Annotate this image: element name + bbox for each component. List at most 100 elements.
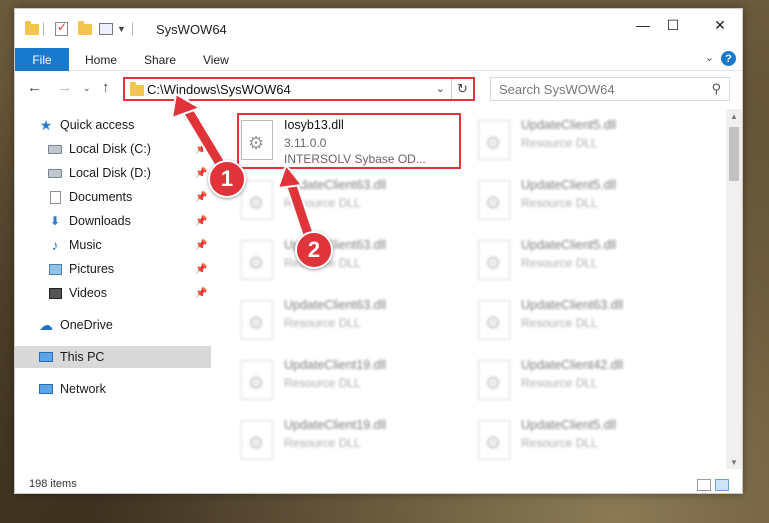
large-icons-view-icon[interactable] bbox=[715, 479, 729, 491]
file-item[interactable]: UpdateClient63.dll Resource DLL bbox=[237, 294, 467, 352]
refresh-icon[interactable]: ↻ bbox=[451, 79, 473, 99]
sidebar-item-label: Quick access bbox=[60, 118, 135, 132]
sidebar-item-music[interactable]: ♪ Music 📌 bbox=[15, 234, 211, 256]
file-tab[interactable]: File bbox=[15, 48, 69, 71]
pin-icon: 📌 bbox=[195, 239, 208, 251]
address-dropdown-icon[interactable]: ⌄ bbox=[436, 82, 445, 95]
file-name: UpdateClient19.dll bbox=[284, 418, 387, 432]
pin-icon: 📌 bbox=[195, 143, 208, 155]
pin-icon: 📌 bbox=[195, 191, 208, 203]
this-pc-icon bbox=[39, 351, 53, 363]
help-icon[interactable]: ? bbox=[721, 51, 736, 66]
scroll-thumb[interactable] bbox=[729, 127, 739, 181]
up-arrow-icon[interactable]: ↑ bbox=[102, 79, 110, 96]
sidebar-item-downloads[interactable]: ⬇ Downloads 📌 bbox=[15, 210, 211, 232]
item-count: 198 items bbox=[29, 478, 77, 490]
properties-check-icon[interactable] bbox=[55, 20, 68, 37]
file-description: Resource DLL bbox=[521, 136, 598, 150]
file-highlight-box bbox=[237, 113, 461, 169]
scroll-down-icon[interactable]: ▼ bbox=[726, 455, 742, 469]
customize-toolbar-icon[interactable] bbox=[99, 21, 113, 37]
sidebar-item-pictures[interactable]: Pictures 📌 bbox=[15, 258, 211, 280]
sidebar-item-onedrive[interactable]: ☁ OneDrive bbox=[15, 314, 211, 336]
file-description: Resource DLL bbox=[521, 316, 598, 330]
dll-file-icon bbox=[478, 420, 510, 460]
file-description: Resource DLL bbox=[284, 316, 361, 330]
file-item[interactable]: UpdateClient63.dll Resource DLL bbox=[474, 294, 704, 352]
file-item[interactable]: UpdateClient63.dll Resource DLL bbox=[237, 174, 467, 232]
sidebar-item-label: Music bbox=[69, 238, 102, 252]
sidebar-item-this-pc[interactable]: This PC bbox=[15, 346, 211, 368]
dll-file-icon bbox=[478, 240, 510, 280]
sidebar-item-local-disk-d[interactable]: Local Disk (D:) 📌 bbox=[15, 162, 211, 184]
sidebar-item-quick-access[interactable]: ★ Quick access bbox=[15, 114, 211, 136]
details-view-icon[interactable] bbox=[697, 479, 711, 491]
navigation-pane: ★ Quick access Local Disk (C:) 📌 Local D… bbox=[15, 109, 211, 469]
sidebar-item-label: Pictures bbox=[69, 262, 115, 276]
navigation-bar: ← → ⌄ ↑ C:\Windows\SysWOW64 ⌄ ↻ Search S… bbox=[15, 73, 742, 103]
dll-file-icon bbox=[241, 360, 273, 400]
dll-file-icon bbox=[241, 180, 273, 220]
dll-file-icon bbox=[478, 360, 510, 400]
file-name: UpdateClient19.dll bbox=[284, 358, 387, 372]
new-folder-icon[interactable] bbox=[78, 20, 92, 37]
sidebar-item-label: Documents bbox=[69, 190, 133, 204]
scroll-up-icon[interactable]: ▲ bbox=[726, 109, 742, 123]
file-description: Resource DLL bbox=[284, 376, 361, 390]
drive-icon bbox=[48, 167, 62, 179]
pin-icon: 📌 bbox=[195, 167, 208, 179]
forward-arrow-icon[interactable]: → bbox=[57, 79, 72, 96]
sidebar-item-label: Downloads bbox=[69, 214, 131, 228]
file-name: UpdateClient5.dll bbox=[521, 238, 617, 252]
file-item[interactable]: UpdateClient63.dll Resource DLL bbox=[237, 234, 467, 292]
downloads-icon: ⬇ bbox=[49, 214, 61, 228]
music-icon: ♪ bbox=[51, 237, 59, 253]
file-item[interactable]: UpdateClient5.dll Resource DLL bbox=[474, 414, 704, 469]
dll-file-icon bbox=[241, 240, 273, 280]
sidebar-item-documents[interactable]: Documents 📌 bbox=[15, 186, 211, 208]
tab-home[interactable]: Home bbox=[85, 53, 117, 67]
file-name: UpdateClient5.dll bbox=[521, 418, 617, 432]
pin-icon: 📌 bbox=[195, 263, 208, 275]
sidebar-item-network[interactable]: Network bbox=[15, 378, 211, 400]
file-item[interactable]: UpdateClient19.dll Resource DLL bbox=[237, 354, 467, 412]
toolbar-separator bbox=[43, 22, 44, 36]
maximize-button[interactable]: ☐ bbox=[650, 9, 696, 41]
file-explorer-window: ▼ SysWOW64 — ☐ ✕ File Home Share View ⌄ … bbox=[14, 8, 743, 494]
file-item[interactable]: UpdateClient5.dll Resource DLL bbox=[474, 234, 704, 292]
sidebar-item-label: Videos bbox=[69, 286, 107, 300]
file-name: UpdateClient63.dll bbox=[284, 298, 387, 312]
sidebar-item-videos[interactable]: Videos 📌 bbox=[15, 282, 211, 304]
close-button[interactable]: ✕ bbox=[697, 9, 743, 41]
folder-icon bbox=[25, 20, 39, 37]
file-item[interactable]: UpdateClient19.dll Resource DLL bbox=[237, 414, 467, 469]
file-description: Resource DLL bbox=[521, 436, 598, 450]
file-item[interactable]: UpdateClient42.dll Resource DLL bbox=[474, 354, 704, 412]
onedrive-icon: ☁ bbox=[39, 316, 53, 333]
dll-file-icon bbox=[241, 420, 273, 460]
expand-ribbon-icon[interactable]: ⌄ bbox=[705, 51, 714, 64]
vertical-scrollbar[interactable]: ▲ ▼ bbox=[726, 109, 742, 469]
address-bar[interactable]: C:\Windows\SysWOW64 ⌄ ↻ bbox=[123, 77, 475, 101]
search-box[interactable]: Search SysWOW64 ⚲ bbox=[490, 77, 730, 101]
tab-share[interactable]: Share bbox=[144, 53, 176, 67]
search-placeholder[interactable]: Search SysWOW64 bbox=[499, 82, 615, 97]
documents-icon bbox=[48, 190, 62, 204]
back-arrow-icon[interactable]: ← bbox=[27, 79, 42, 96]
sidebar-item-local-disk-c[interactable]: Local Disk (C:) 📌 bbox=[15, 138, 211, 160]
star-icon: ★ bbox=[39, 116, 53, 133]
dll-file-icon bbox=[478, 300, 510, 340]
dll-file-icon bbox=[478, 120, 510, 160]
address-path[interactable]: C:\Windows\SysWOW64 bbox=[147, 82, 291, 97]
toolbar-dropdown-icon[interactable]: ▼ bbox=[117, 21, 126, 37]
step-badge-2: 2 bbox=[295, 231, 333, 269]
recent-locations-icon[interactable]: ⌄ bbox=[83, 83, 91, 94]
search-icon[interactable]: ⚲ bbox=[711, 81, 721, 97]
tab-view[interactable]: View bbox=[203, 53, 229, 67]
file-description: Resource DLL bbox=[521, 196, 598, 210]
file-item[interactable]: UpdateClient5.dll Resource DLL bbox=[474, 114, 704, 172]
title-bar: ▼ SysWOW64 — ☐ ✕ bbox=[15, 9, 742, 43]
window-title: SysWOW64 bbox=[156, 22, 227, 37]
dll-file-icon bbox=[241, 300, 273, 340]
file-item[interactable]: UpdateClient5.dll Resource DLL bbox=[474, 174, 704, 232]
